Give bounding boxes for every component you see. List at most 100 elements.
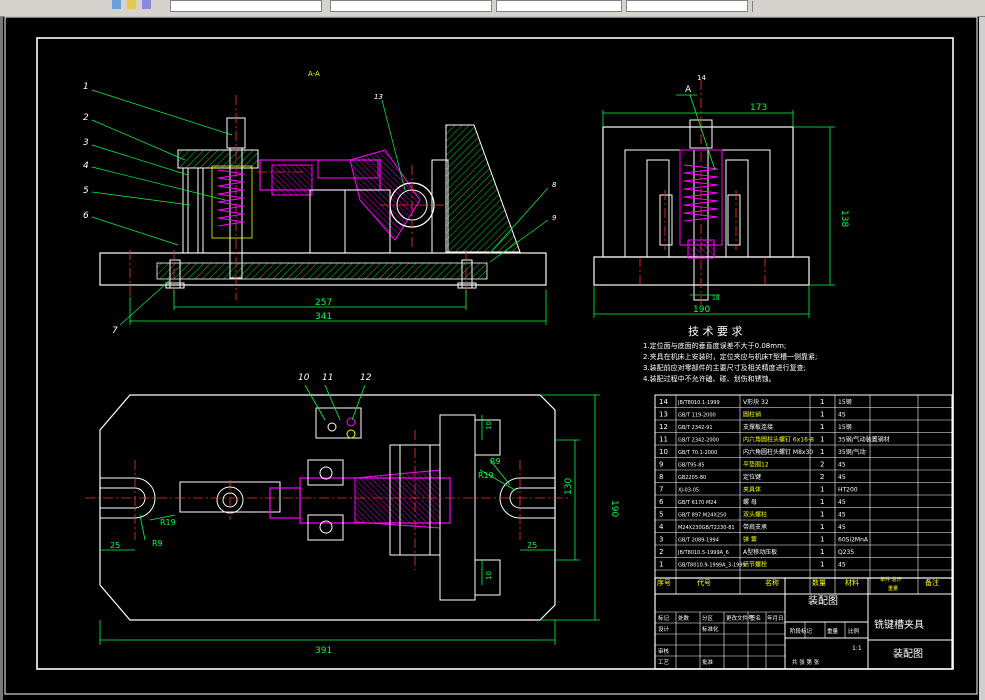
tech-title: 技 术 要 求 [688,325,743,338]
balloon-4: 4 [83,161,89,171]
bom-row-qty: 2 [820,461,824,469]
balloon-7: 7 [112,326,118,336]
balloon-14: 14 [697,74,706,82]
bom-row-no: 3 [659,536,663,544]
bom-row-name: 螺 母 [743,498,757,506]
tb-cell-0: 标记 [658,614,670,622]
dim-257: 257 [315,298,332,308]
tb-cell-12: 工艺 [658,659,670,666]
bom-row-material: 45 [838,412,846,419]
bom-header-material: 材料 [845,578,859,587]
bom-row-no: 1 [659,561,663,569]
bom-row-material: 45 [838,524,846,531]
tb-cell-2: 分区 [702,614,714,622]
bom-row-name: 平垫圈12 [743,461,769,469]
dim-138: 138 [839,210,849,227]
balloon-3: 3 [83,138,89,148]
bom-row-no: 8 [659,473,663,481]
bom-row-name: 定位键 [743,473,761,481]
tb-cell-8: 阶段标记 [790,627,813,635]
bom-row-material: 45 [838,562,846,569]
bom-row-no: 4 [659,523,664,531]
bom-row-material: 45 [838,512,846,519]
view-label-a: A [685,85,692,95]
front-section-view: A-A 257 341 1 2 3 4 5 6 7 8 9 13 [83,70,557,336]
bom-row-code: GB/T8010.9-1999A_3-1999 [678,563,746,569]
balloon-11: 11 [322,373,333,383]
dim-25-left: 25 [110,541,120,550]
dim-190-top: 190 [693,305,710,315]
dim-190-right: 190 [609,500,619,517]
bom-row-name: 带肩支承 [743,523,767,531]
dim-18: 18 [712,295,720,302]
dim-10-top: 10 [485,421,493,430]
tb-cell-7: 标准化 [702,625,719,633]
dim-r19-right: R19 [478,471,494,480]
bom-row-no: 2 [659,548,663,556]
tb-cell-14: 共 张 第 张 [792,658,820,666]
title-part-name: 铣键槽夹具 [874,618,924,631]
bom-row-qty: 1 [820,498,824,506]
tb-cell-9: 重量 [827,627,839,635]
bom-row-name: 弹 簧 [743,536,757,544]
bom-row-qty: 1 [820,448,824,456]
balloon-2: 2 [83,113,89,123]
balloon-1: 1 [83,82,89,92]
bom-row-code: GB/T 897 M24X250 [678,513,726,519]
side-view: 173 138 190 18 A 14 [593,74,849,318]
dim-130: 130 [564,478,574,495]
bom-row-code: GB/T 2342-2000 [678,438,719,444]
bom-row-material: Q235 [838,549,854,556]
tb-cell-6: 设计 [658,625,670,633]
bom-header-remark: 备注 [925,578,939,587]
bom-row-material: 35钢/气动 [838,448,866,456]
tech-note-2: 2.夹具在机床上安装时，定位夹应与机床T型槽一侧靠紧; [643,352,817,361]
bom-row-code: XJ-03-05 [678,488,699,494]
bom-header-code: 代号 [697,578,711,587]
bom-row-qty: 1 [820,511,824,519]
bom-row-name: 夹具体 [743,486,761,494]
balloon-8: 8 [552,181,557,189]
bom-row-no: 10 [659,448,668,456]
bom-row-no: 11 [659,436,668,444]
dim-r9-right: R9 [490,457,501,466]
outer-frame [4,16,978,695]
tb-cell-11: 审核 [658,647,670,655]
tech-requirements: 技 术 要 求 1.定位面与底面的垂直度误差不大于0.08mm; 2.夹具在机床… [643,325,817,383]
bom-row-code: GB/T 2089-1994 [678,538,719,544]
bom-table: 14 JB/T8010.1-1999 V形块 32 1 15钢13 GB/T 119-20… [654,394,953,595]
bom-row-name: 支撑板连接 [743,423,773,431]
drawing-canvas[interactable]: A-A 257 341 1 2 3 4 5 6 7 8 9 13 173 138… [0,0,985,700]
bom-row-material: 45 [838,499,846,506]
tech-note-4: 4.装配过程中不允许磕、碰、划伤和锈蚀。 [643,374,776,383]
bom-row-code: JB/T8010.1-1999 [677,400,720,406]
title-scale: 1:1 [852,645,862,652]
section-label: A-A [308,70,320,78]
balloon-12: 12 [360,373,372,383]
bom-row-code: M24X230GB/T2230-81 [678,525,735,531]
bom-row-qty: 2 [820,473,824,481]
bom-row-name: 活节螺栓 [743,561,767,569]
bom-row-name: 双头螺柱 [743,511,767,519]
bom-row-qty: 1 [820,411,824,419]
bom-row-code: GB/T 6170 M24 [678,500,717,506]
balloon-13: 13 [374,93,383,101]
title-drawing-type: 装配图 [808,594,838,607]
bom-header-weight: 单件 总计 [880,576,902,583]
top-plan-view: 391 190 130 25 25 10 10 R19 R9 R19 R9 10… [85,373,619,656]
bom-row-qty: 1 [820,486,824,494]
bom-header-no: 序号 [657,578,671,587]
bom-row-qty: 1 [820,436,824,444]
dim-391: 391 [315,646,332,656]
bom-row-material: 60Si2MnA [838,537,869,544]
bom-row-no: 6 [659,498,664,506]
bom-row-name: 圆柱销 [743,411,761,419]
bom-row-name: 内六角圆柱头螺钉 M8x30 [743,448,813,456]
balloon-9: 9 [552,214,557,222]
bom-row-code: GB/T95-85 [678,463,705,469]
tb-cell-4: 签名 [750,614,761,622]
bom-row-name: V形块 32 [743,398,769,406]
bom-row-no: 7 [659,486,663,494]
bom-row-material: 45 [838,474,846,481]
bom-row-no: 5 [659,511,663,519]
